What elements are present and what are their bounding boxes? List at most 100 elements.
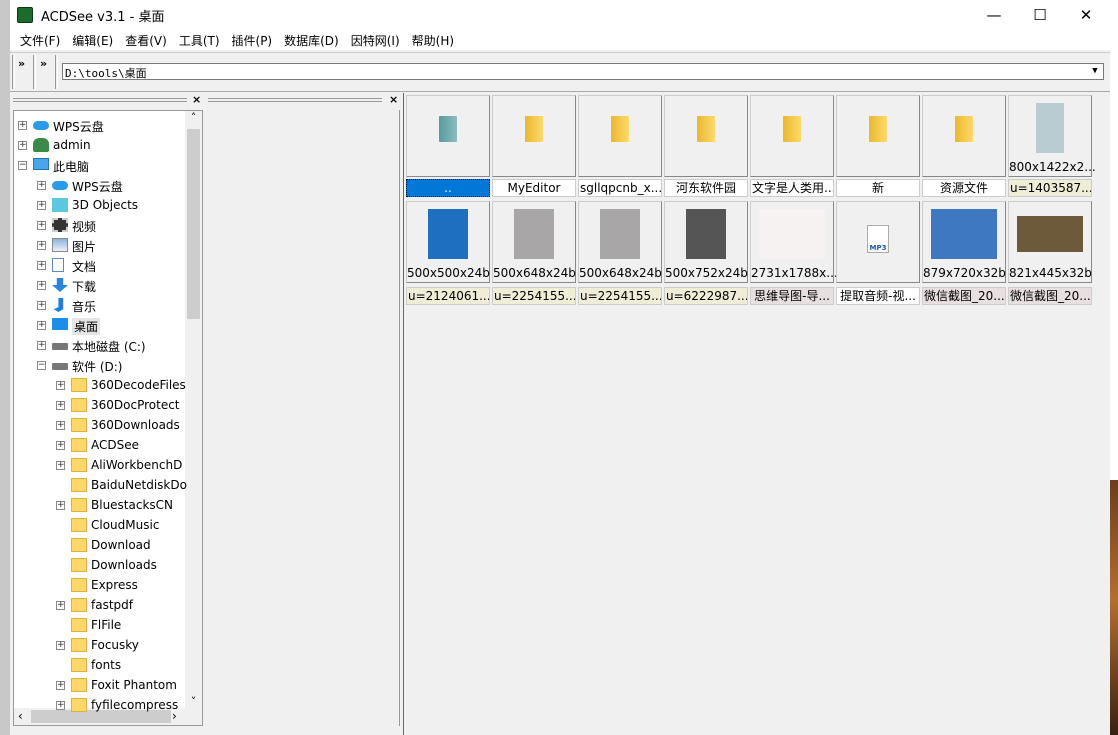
expand-icon[interactable]: + [37,261,46,270]
scroll-up-button[interactable]: ˄ [185,111,202,124]
tree-item[interactable]: + BluestacksCN [14,495,186,515]
file-thumbnail[interactable]: 500x752x24b [664,201,748,283]
file-item[interactable]: MP3 提取音频-视... [836,201,920,305]
file-item[interactable]: 新 [836,95,920,199]
tree-item[interactable]: + Focusky [14,635,186,655]
close-button[interactable]: ✕ [1063,0,1109,30]
expand-icon[interactable]: + [56,421,65,430]
tree-item[interactable]: + ACDSee [14,435,186,455]
file-thumbnail[interactable]: 500x648x24b [492,201,576,283]
tree-item[interactable]: + 音乐 [14,295,186,315]
menu-0[interactable]: 文件(F) [14,32,66,49]
address-chevron-button[interactable]: » [40,57,47,70]
collapse-icon[interactable]: − [18,161,27,170]
file-name[interactable]: 河东软件园 [664,179,748,197]
file-thumbnail[interactable] [578,95,662,177]
expand-icon[interactable]: + [56,401,65,410]
file-name[interactable]: u=2254155... [578,287,662,305]
address-input[interactable]: D:\tools\桌面 ▼ [62,63,1104,80]
tree-item[interactable]: + WPS云盘 [14,175,186,195]
file-name[interactable]: u=2124061... [406,287,490,305]
tree-item[interactable]: +360DocProtect [14,395,186,415]
file-item[interactable]: 资源文件 [922,95,1006,199]
tree-item[interactable]: + WPS云盘 [14,115,186,135]
file-thumbnail[interactable]: 500x648x24b [578,201,662,283]
expand-icon[interactable]: + [56,641,65,650]
file-item[interactable]: 500x752x24b u=6222987... [664,201,748,305]
tree-item[interactable]: Downloads [14,555,186,575]
tree-item[interactable]: +360Downloads [14,415,186,435]
file-thumbnail[interactable]: MP3 [836,201,920,283]
file-item[interactable]: 500x648x24b u=2254155... [578,201,662,305]
expand-icon[interactable]: + [56,701,65,710]
file-name[interactable]: 资源文件 [922,179,1006,197]
file-name[interactable]: .. [406,179,490,197]
file-item[interactable]: 文字是人类用... [750,95,834,199]
file-thumbnail[interactable] [406,95,490,177]
toolbar-chevron-button[interactable]: » [18,57,25,70]
file-name[interactable]: 微信截图_20... [1008,287,1092,305]
tree-item[interactable]: + 本地磁盘 (C:) [14,335,186,355]
collapse-icon[interactable]: − [37,361,46,370]
tree-item[interactable]: + 下载 [14,275,186,295]
file-name[interactable]: u=1403587... [1008,179,1092,197]
file-name[interactable]: 思维导图-导... [750,287,834,305]
file-thumbnail[interactable]: 2731x1788x... [750,201,838,283]
menu-2[interactable]: 查看(V) [119,32,173,49]
tree-item[interactable]: BaiduNetdiskDo [14,475,187,495]
file-thumbnail[interactable] [922,95,1006,177]
tree-item[interactable]: − 此电脑 [14,155,186,175]
expand-icon[interactable]: + [37,321,46,330]
toolbar-grip[interactable] [55,55,58,89]
menu-7[interactable]: 帮助(H) [406,32,460,49]
tree-item[interactable]: + 图片 [14,235,186,255]
toolbar-grip[interactable] [33,55,36,89]
toolbar-grip[interactable] [12,55,15,89]
tree-item[interactable]: Express [14,575,186,595]
tree-item[interactable]: fonts [14,655,186,675]
minimize-button[interactable]: — [971,0,1017,30]
tree-item[interactable]: + 文档 [14,255,186,275]
expand-icon[interactable]: + [56,381,65,390]
scroll-down-button[interactable]: ˅ [185,695,202,708]
preview-pane-close-button[interactable]: × [389,93,398,106]
tree-item[interactable]: +3D Objects [14,195,186,215]
file-item[interactable]: 河东软件园 [664,95,748,199]
tree-item[interactable]: +360DecodeFiles [14,375,186,395]
tree-item[interactable]: CloudMusic [14,515,186,535]
expand-icon[interactable]: + [56,601,65,610]
menu-4[interactable]: 插件(P) [226,32,279,49]
folder-pane-close-button[interactable]: × [192,93,201,106]
scroll-thumb[interactable] [187,129,200,319]
maximize-button[interactable]: ☐ [1017,0,1063,30]
file-item[interactable]: 879x720x32b 微信截图_20... [922,201,1006,305]
file-thumbnail[interactable]: 800x1422x2... [1008,95,1096,177]
file-item[interactable]: sgllqpcnb_x... [578,95,662,199]
tree-item[interactable]: + Foxit Phantom [14,675,186,695]
menu-6[interactable]: 因特网(I) [345,32,406,49]
tree-item[interactable]: Download [14,535,186,555]
menu-1[interactable]: 编辑(E) [66,32,119,49]
file-thumbnail[interactable]: 821x445x32b [1008,201,1092,283]
file-name[interactable]: u=2254155... [492,287,576,305]
menu-5[interactable]: 数据库(D) [278,32,345,49]
file-name[interactable]: 提取音频-视... [836,287,920,305]
file-thumbnail[interactable] [836,95,920,177]
file-name[interactable]: MyEditor [492,179,576,197]
expand-icon[interactable]: + [56,681,65,690]
tree-item[interactable]: + AliWorkbenchD [14,455,186,475]
file-item[interactable]: 500x500x24b u=2124061... [406,201,490,305]
expand-icon[interactable]: + [37,301,46,310]
file-thumbnail[interactable] [750,95,834,177]
file-item[interactable]: .. [406,95,490,199]
file-name[interactable]: 新 [836,179,920,197]
tree-item[interactable]: + fastpdf [14,595,186,615]
expand-icon[interactable]: + [18,141,27,150]
expand-icon[interactable]: + [37,241,46,250]
tree-item[interactable]: + 视频 [14,215,186,235]
tree-item[interactable]: FlFile [14,615,186,635]
expand-icon[interactable]: + [37,341,46,350]
expand-icon[interactable]: + [56,461,65,470]
file-thumbnail[interactable] [492,95,576,177]
expand-icon[interactable]: + [37,281,46,290]
